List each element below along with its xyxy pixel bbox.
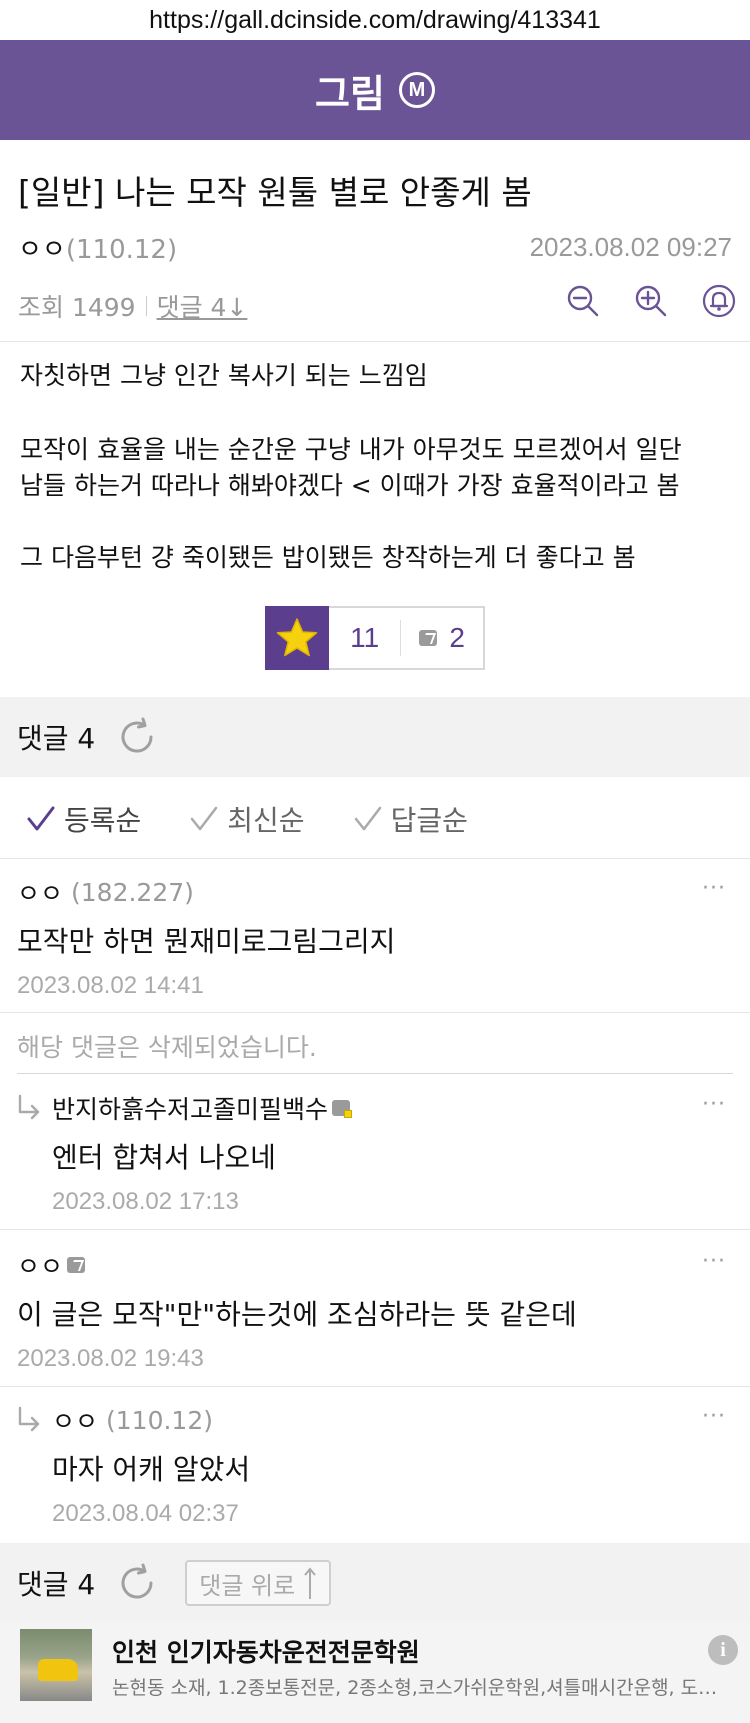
notification-bell-icon[interactable]	[702, 284, 736, 318]
semi-fixed-nick-icon	[332, 1100, 353, 1118]
comments-jump-link[interactable]: 댓글 4↓	[157, 288, 248, 324]
checkmark-icon	[354, 806, 381, 831]
gallery-name[interactable]: 그림	[315, 63, 385, 118]
ad-title: 인천 인기자동차운전전문학원	[112, 1638, 420, 1667]
ad-banner[interactable]: 인천 인기자동차운전전문학원 논현동 소재, 1.2종보통전문, 2종소형,코스…	[0, 1621, 750, 1723]
comment-author[interactable]: ㅇㅇ	[52, 1402, 98, 1438]
comment-time: 2023.08.02 19:43	[17, 1345, 204, 1372]
comment-item: ㅇㅇ ··· 이 글은 모작"만"하는것에 조심하라는 뜻 같은데 2023.0…	[0, 1247, 750, 1385]
post-body-line: 자칫하면 그냥 인간 복사기 되는 느낌임	[20, 361, 428, 390]
header-divider	[0, 341, 750, 342]
post-author-row: ㅇㅇ(110.12) 2023.08.02 09:27	[18, 229, 732, 266]
comment-time: 2023.08.04 02:37	[52, 1500, 239, 1527]
comment-ip: (182.227)	[71, 877, 194, 907]
post-body-line: 남들 하는거 따라나 해봐야겠다 < 이때가 가장 효율적이라고 봄	[20, 471, 680, 500]
comment-author[interactable]: 반지하흙수저고졸미필백수	[52, 1090, 328, 1126]
sort-divider	[0, 858, 750, 859]
comment-ip: (110.12)	[106, 1405, 213, 1435]
checkmark-icon	[191, 806, 218, 831]
more-options-icon[interactable]: ···	[702, 876, 726, 901]
to-top-label: 댓글 위로	[199, 1571, 296, 1600]
comment-text: 모작만 하면 뭔재미로그림그리지	[17, 925, 396, 958]
ad-description: 논현동 소재, 1.2종보통전문, 2종소형,코스가쉬운학원,셔틀매시간운행, …	[112, 1677, 732, 1699]
comment-text: 엔터 합쳐서 나오네	[52, 1141, 276, 1174]
recommend-button[interactable]	[265, 606, 329, 670]
post-title: [일반] 나는 모작 원툴 별로 안좋게 봄	[18, 173, 532, 212]
comments-count-label: 댓글 4	[17, 722, 96, 755]
url-bar[interactable]: https://gall.dcinside.com/drawing/413341	[0, 0, 750, 40]
post-body-line: 모작이 효율을 내는 순간운 구냥 내가 아무것도 모르겠어서 일단	[20, 435, 682, 464]
stats-separator	[145, 296, 147, 316]
comment-author[interactable]: ㅇㅇ	[17, 1247, 63, 1283]
arrow-up-icon	[304, 1567, 316, 1599]
star-icon	[276, 618, 318, 657]
comment-author[interactable]: ㅇㅇ	[17, 874, 63, 910]
comments-footer-bar: 댓글 4 댓글 위로	[0, 1543, 750, 1623]
comment-item: ㅇㅇ (182.227) ··· 모작만 하면 뭔재미로그림그리지 2023.0…	[0, 874, 750, 1012]
comment-text: 이 글은 모작"만"하는것에 조심하라는 뜻 같은데	[17, 1298, 577, 1331]
ad-thumbnail	[20, 1629, 92, 1701]
recommend-box: 11 2	[265, 606, 485, 670]
comment-divider	[0, 1012, 750, 1013]
scroll-to-comments-top-button[interactable]: 댓글 위로	[185, 1560, 332, 1606]
sort-by-registered[interactable]: 등록순	[26, 799, 141, 839]
reply-arrow-icon	[18, 1406, 40, 1432]
gallery-header: 그림 M	[0, 40, 750, 140]
checkmark-icon	[27, 806, 55, 831]
comment-divider	[0, 1386, 750, 1387]
comment-time: 2023.08.02 17:13	[52, 1188, 239, 1215]
recommend-count: 11	[350, 622, 380, 653]
zoom-out-icon[interactable]	[566, 284, 600, 318]
refresh-icon[interactable]	[117, 717, 157, 757]
sort-by-replies[interactable]: 답글순	[353, 799, 468, 839]
comment-sort-options: 등록순 최신순 답글순	[0, 780, 750, 858]
post-body-line: 그 다음부턴 걍 죽이됐든 밥이됐든 창작하는게 더 좋다고 봄	[20, 543, 636, 572]
reply-arrow-icon	[18, 1094, 40, 1120]
more-options-icon[interactable]: ···	[702, 1404, 726, 1429]
comment-meta: 반지하흙수저고졸미필백수	[52, 1090, 353, 1126]
ad-info-icon[interactable]: i	[708, 1635, 738, 1665]
fixed-nick-icon	[419, 630, 438, 646]
comment-divider	[0, 1229, 750, 1230]
minor-gallery-badge: M	[398, 72, 435, 108]
refresh-icon[interactable]	[117, 1563, 157, 1603]
post-tools	[566, 284, 736, 318]
comments-count-label: 댓글 4	[17, 1568, 96, 1601]
view-count: 조회 1499	[18, 293, 136, 322]
comment-time: 2023.08.02 14:41	[17, 972, 204, 999]
post-author[interactable]: ㅇㅇ(110.12)	[18, 229, 177, 266]
comment-meta: ㅇㅇ	[17, 1247, 86, 1283]
author-nick: ㅇㅇ	[18, 234, 66, 265]
fixed-nick-icon	[67, 1257, 86, 1273]
comment-meta: ㅇㅇ (182.227)	[17, 874, 194, 910]
more-options-icon[interactable]: ···	[702, 1249, 726, 1274]
car-image	[38, 1659, 78, 1681]
deleted-comment-notice: 해당 댓글은 삭제되었습니다.	[17, 1033, 317, 1062]
post-date: 2023.08.02 09:27	[529, 231, 732, 262]
reply-item: 반지하흙수저고졸미필백수 ··· 엔터 합쳐서 나오네 2023.08.02 1…	[0, 1090, 750, 1228]
url-text: https://gall.dcinside.com/drawing/413341	[149, 5, 601, 34]
sort-label: 등록순	[64, 804, 142, 837]
comment-text: 마자 어캐 알았서	[52, 1453, 251, 1486]
more-options-icon[interactable]: ···	[702, 1092, 726, 1117]
comments-header: 댓글 4	[0, 697, 750, 777]
author-ip: (110.12)	[65, 234, 178, 265]
comment-meta: ㅇㅇ (110.12)	[52, 1402, 213, 1438]
zoom-in-icon[interactable]	[634, 284, 668, 318]
fixed-recommend-count: 2	[449, 622, 465, 653]
fixed-recommend[interactable]: 2	[401, 608, 483, 668]
sort-by-latest[interactable]: 최신순	[189, 799, 305, 839]
sort-label: 최신순	[227, 804, 305, 837]
comment-divider	[17, 1073, 733, 1074]
reply-item: ㅇㅇ (110.12) ··· 마자 어캐 알았서 2023.08.04 02:…	[0, 1402, 750, 1540]
sort-label: 답글순	[390, 804, 468, 837]
